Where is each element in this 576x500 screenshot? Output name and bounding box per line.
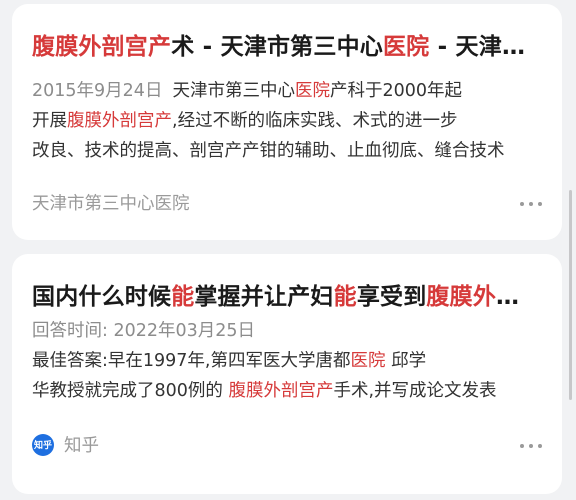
highlight-text: 能 [333,284,357,310]
text-segment: 享受到 [356,284,427,310]
highlight-text: 腹膜外剖宫产 [67,111,172,131]
text-segment: 产科于2000年起 [329,81,462,101]
result-title[interactable]: 腹膜外剖宫产术 - 天津市第三中心医院 - 天津市第三中心医院官网 [32,32,542,62]
result-source[interactable]: 知乎 知乎 [32,432,99,457]
highlight-text: 腹膜外剖宫产 [426,284,542,310]
text-segment: 天津市第三中心 [172,81,295,101]
highlight-text: 腹膜外剖宫产 [32,34,172,60]
highlight-text: 腹膜外剖宫产 [228,381,334,401]
result-title[interactable]: 国内什么时候能掌握并让产妇能享受到腹膜外剖宫产 [32,282,542,312]
snippet-line: 华教授就完成了800例的 腹膜外剖宫产手术,并写成论文发表 [32,376,542,406]
search-result-card[interactable]: 国内什么时候能掌握并让产妇能享受到腹膜外剖宫产 回答时间: 2022年03月25… [12,254,562,494]
text-segment: 掌握并让产妇 [194,284,334,310]
result-date: 2015年9月24日 [32,81,163,101]
text-segment: 术 - 天津市第三中心 [171,34,383,60]
text-segment: 国内什么时候 [32,284,172,310]
text-segment: 手术,并写成论文发表 [333,381,497,401]
snippet-line: 开展腹膜外剖宫产,经过不断的临床实践、术式的进一步 [32,106,542,136]
text-segment: - 天津市第三中心医院官网 [437,34,542,60]
text-segment: 改良、技术的提高、剖宫产产钳的辅助、止血彻底、缝合技术 [32,141,505,161]
more-dots-icon[interactable] [520,200,542,208]
zhihu-logo-icon: 知乎 [32,433,54,456]
snippet-line: 2015年9月24日 天津市第三中心医院产科于2000年起 [32,76,542,106]
highlight-text: 医院 [294,81,330,101]
scrollbar[interactable] [569,190,572,400]
snippet-line: 改良、技术的提高、剖宫产产钳的辅助、止血彻底、缝合技术 [32,136,542,166]
highlight-text: 能 [171,284,195,310]
result-snippet: 最佳答案:早在1997年,第四军医大学唐都医院 邱学 华教授就完成了800例的 … [32,346,542,406]
more-dots-icon[interactable] [520,442,542,450]
text-segment: 邱学 [385,351,427,371]
answer-time: 回答时间: 2022年03月25日 [32,321,256,341]
result-snippet: 2015年9月24日 天津市第三中心医院产科于2000年起 开展腹膜外剖宫产,经过… [32,76,542,166]
search-result-card[interactable]: 腹膜外剖宫产术 - 天津市第三中心医院 - 天津市第三中心医院官网 2015年9… [12,4,562,240]
snippet-line: 最佳答案:早在1997年,第四军医大学唐都医院 邱学 [32,346,542,376]
text-segment: 最佳答案:早在1997年,第四军医大学唐都 [32,351,351,371]
result-source[interactable]: 天津市第三中心医院 [32,190,190,215]
highlight-text: 医院 [350,351,386,371]
highlight-text: 医院 [382,34,430,60]
text-segment: 开展 [32,111,67,131]
text-segment: 华教授就完成了800例的 [32,381,229,401]
source-name: 知乎 [64,436,99,456]
source-name: 天津市第三中心医院 [32,194,190,214]
text-segment: ,经过不断的临床实践、术式的进一步 [172,111,458,131]
